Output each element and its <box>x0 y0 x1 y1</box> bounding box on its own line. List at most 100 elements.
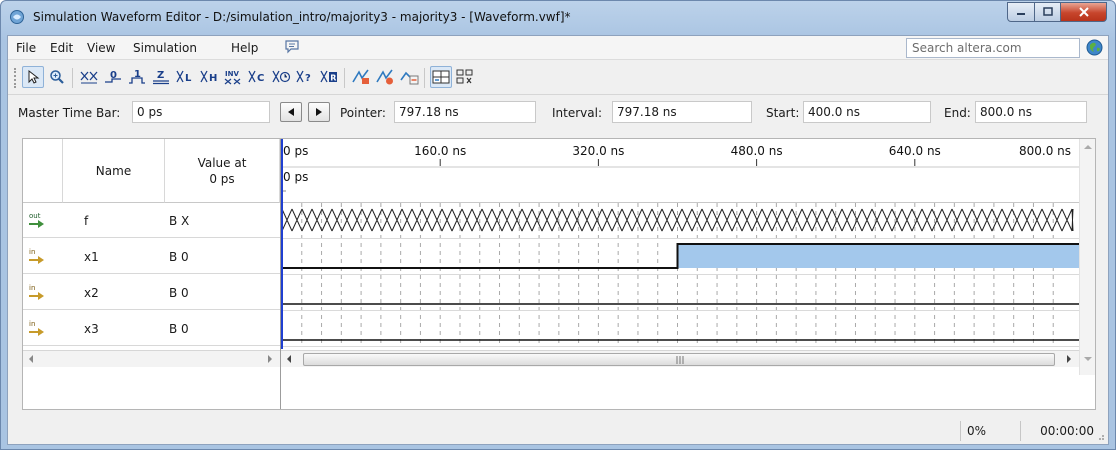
time-tick-label: 800.0 ns <box>1019 144 1071 158</box>
svg-text:out: out <box>29 212 41 220</box>
minimize-button[interactable] <box>1007 2 1035 22</box>
scroll-down-button[interactable] <box>1080 351 1096 367</box>
generate-netlist-button[interactable] <box>398 66 420 88</box>
signal-name: x2 <box>84 285 99 300</box>
waveform-canvas[interactable]: 0 ps 160.0 ns 320.0 ns 480.0 ns 640.0 ns 800.… <box>281 139 1079 349</box>
svg-text:in: in <box>29 320 35 328</box>
pointer-field: 797.18 ns <box>394 101 536 123</box>
start-label: Start: <box>766 106 800 120</box>
time-ruler <box>281 139 1079 203</box>
run-timing-simulation-icon <box>376 69 393 85</box>
svg-text:H: H <box>209 73 217 84</box>
signal-row-x1[interactable]: in x1 B 0 <box>23 239 280 274</box>
chevron-right-icon <box>1067 355 1071 363</box>
scroll-left-button[interactable] <box>281 351 297 367</box>
grip-lines-icon <box>676 356 684 364</box>
select-pointer-icon <box>28 69 40 84</box>
waveform-vscrollbar[interactable] <box>1079 139 1095 375</box>
signal-row-x2[interactable]: in x2 B 0 <box>23 275 280 310</box>
signal-row-x3[interactable]: in x3 B 0 <box>23 311 280 346</box>
weak-low-button[interactable]: L <box>174 66 196 88</box>
signal-list-hscrollbar[interactable] <box>23 350 280 367</box>
force-high-button[interactable]: 1 <box>126 66 148 88</box>
scroll-up-button[interactable] <box>1080 139 1096 155</box>
window-title: Simulation Waveform Editor - D:/simulati… <box>33 10 571 24</box>
scroll-right-button[interactable] <box>262 351 278 367</box>
force-low-icon: 0 <box>105 70 121 83</box>
resize-grip-icon[interactable] <box>1095 431 1105 441</box>
force-low-button[interactable]: 0 <box>102 66 124 88</box>
svg-text:Z: Z <box>157 70 164 81</box>
previous-transition-button[interactable] <box>280 102 302 122</box>
count-value-button[interactable]: C <box>246 66 268 88</box>
scroll-left-button[interactable] <box>23 351 39 367</box>
time-bar: Master Time Bar: 0 ps Pointer: 797.18 ns… <box>8 96 1108 130</box>
interval-label: Interval: <box>552 106 602 120</box>
signal-value: B 0 <box>169 321 189 336</box>
scroll-right-button[interactable] <box>1061 351 1077 367</box>
sort-button[interactable] <box>454 66 476 88</box>
signal-row-f[interactable]: out f B X <box>23 203 280 238</box>
input-pin-icon: in <box>29 248 44 264</box>
quartus-app-icon <box>10 10 24 24</box>
window-controls <box>1007 2 1107 22</box>
master-time-bar-field[interactable]: 0 ps <box>132 101 270 123</box>
signal-value: B X <box>169 213 190 228</box>
close-icon <box>1078 7 1089 17</box>
run-timing-simulation-button[interactable] <box>374 66 396 88</box>
start-field: 400.0 ns <box>803 101 931 123</box>
svg-text:in: in <box>29 284 35 292</box>
search-input[interactable]: Search altera.com <box>906 38 1080 58</box>
scroll-thumb[interactable] <box>303 353 1055 366</box>
header-value-at[interactable]: Value at 0 ps <box>165 139 280 203</box>
app-window: Simulation Waveform Editor - D:/simulati… <box>0 0 1116 450</box>
menu-help[interactable]: Help <box>231 41 258 55</box>
force-unknown-button[interactable] <box>78 66 100 88</box>
next-transition-button[interactable] <box>308 102 330 122</box>
clock-icon <box>272 70 291 83</box>
zoom-button[interactable] <box>46 66 68 88</box>
menu-edit[interactable]: Edit <box>50 41 73 55</box>
pointer-label: Pointer: <box>340 106 386 120</box>
random-value-button[interactable]: R <box>318 66 340 88</box>
force-high-icon: 1 <box>129 69 145 84</box>
svg-text:?: ? <box>305 73 311 84</box>
select-pointer-button[interactable] <box>22 66 44 88</box>
title-bar[interactable]: Simulation Waveform Editor - D:/simulati… <box>1 1 1115 35</box>
input-pin-icon: in <box>29 284 44 300</box>
random-value-icon: R <box>320 70 337 83</box>
close-button[interactable] <box>1061 2 1107 22</box>
invert-button[interactable]: INV <box>222 66 244 88</box>
snap-to-grid-button[interactable] <box>430 66 452 88</box>
waveform-panel[interactable]: 0 ps 160.0 ns 320.0 ns 480.0 ns 640.0 ns 800.… <box>281 139 1095 409</box>
end-field: 800.0 ns <box>975 101 1087 123</box>
weak-high-icon: H <box>200 70 217 84</box>
svg-text:R: R <box>330 74 336 83</box>
signal-name: x3 <box>84 321 99 336</box>
end-label: End: <box>944 106 971 120</box>
header-name[interactable]: Name <box>63 139 165 203</box>
force-high-impedance-button[interactable]: Z <box>150 66 172 88</box>
run-functional-simulation-button[interactable] <box>350 66 372 88</box>
svg-text:in: in <box>29 248 35 256</box>
globe-icon[interactable] <box>1086 39 1103 56</box>
chevron-left-icon <box>29 355 33 363</box>
help-balloon-icon[interactable] <box>284 40 300 54</box>
input-pin-icon: in <box>29 320 44 336</box>
clock-button[interactable] <box>270 66 292 88</box>
menu-file[interactable]: File <box>16 41 36 55</box>
waveform-grid: Name Value at 0 ps out f B X in x1 B 0 i… <box>22 138 1096 410</box>
weak-high-button[interactable]: H <box>198 66 220 88</box>
triangle-right-icon <box>316 108 322 116</box>
waveform-hscrollbar[interactable] <box>281 350 1079 367</box>
chevron-left-icon <box>287 355 291 363</box>
menu-view[interactable]: View <box>87 41 115 55</box>
maximize-button[interactable] <box>1035 2 1061 22</box>
editor-client-area: File Edit View Simulation Help Search al… <box>7 35 1109 445</box>
toolbar-separator <box>72 68 73 88</box>
toolbar-grip[interactable] <box>14 68 17 88</box>
minimize-icon <box>1017 13 1025 15</box>
time-tick-label: 160.0 ns <box>414 144 466 158</box>
menu-simulation[interactable]: Simulation <box>133 41 197 55</box>
arbitrary-value-button[interactable]: ? <box>294 66 316 88</box>
